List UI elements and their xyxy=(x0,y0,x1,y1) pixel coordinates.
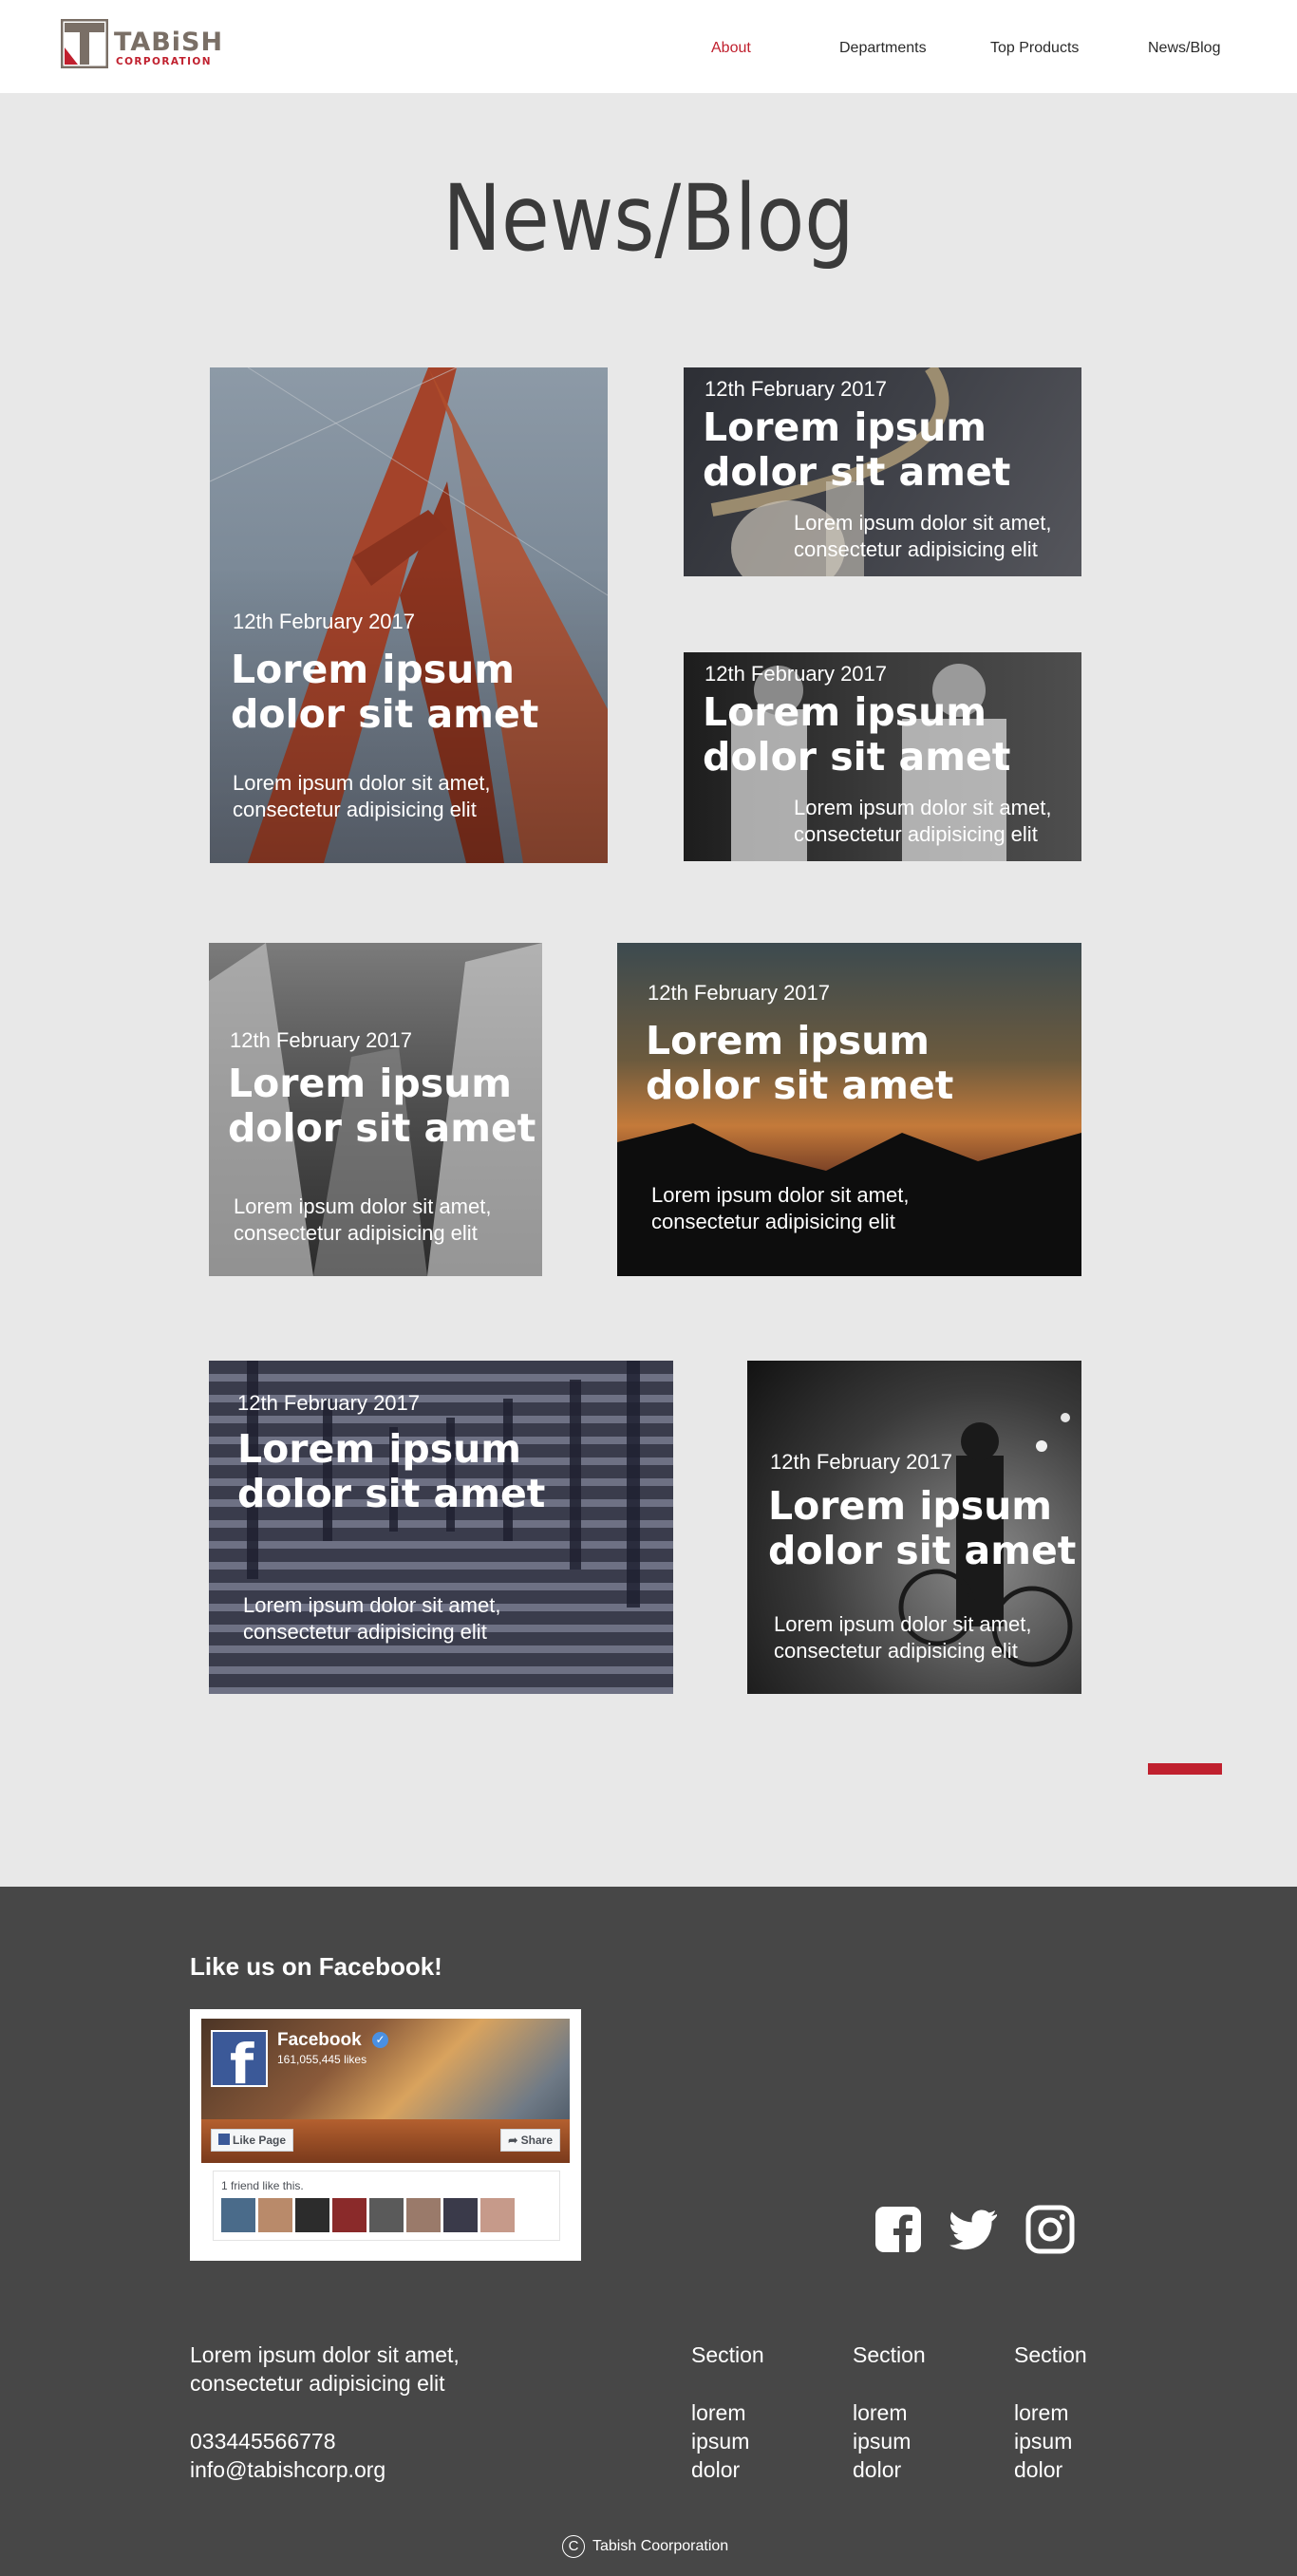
post-title: Lorem ipsum dolor sit amet xyxy=(703,689,1011,780)
logo-wordmark: TABiSH xyxy=(114,28,224,57)
avatar[interactable] xyxy=(369,2198,404,2232)
facebook-small-icon xyxy=(218,2134,230,2145)
blog-card[interactable]: 12th February 2017 Lorem ipsum dolor sit… xyxy=(684,367,1081,576)
facebook-logo-icon: f xyxy=(211,2030,268,2097)
post-date: 12th February 2017 xyxy=(770,1450,953,1474)
nav-item-top-products[interactable]: Top Products xyxy=(990,40,1079,57)
post-date: 12th February 2017 xyxy=(237,1391,421,1415)
post-title: Lorem ipsum dolor sit amet xyxy=(228,1061,536,1151)
footer-section-heading: Section xyxy=(1014,2342,1087,2367)
blog-card[interactable]: 12th February 2017 Lorem ipsum dolor sit… xyxy=(210,367,608,863)
footer-link[interactable]: dolor xyxy=(853,2455,901,2484)
post-excerpt: Lorem ipsum dolor sit amet, consectetur … xyxy=(243,1593,501,1644)
instagram-icon[interactable] xyxy=(1025,2205,1075,2254)
copyright: C Tabish Coorporation xyxy=(562,2535,728,2558)
fb-friends-box: 1 friend like this. xyxy=(213,2171,560,2241)
post-date: 12th February 2017 xyxy=(705,377,888,401)
fb-cover-photo: f Facebook ✓ 161,055,445 likes Like Page… xyxy=(201,2019,570,2163)
nav-item-about[interactable]: About xyxy=(711,40,751,57)
facebook-icon[interactable] xyxy=(874,2205,923,2254)
footer-email[interactable]: info@tabishcorp.org xyxy=(190,2455,385,2484)
avatar[interactable] xyxy=(406,2198,441,2232)
company-logo[interactable]: TABiSH CORPORATION xyxy=(61,19,237,70)
footer-link[interactable]: ipsum xyxy=(853,2427,911,2455)
post-excerpt: Lorem ipsum dolor sit amet, consectetur … xyxy=(774,1612,1032,1663)
nav-item-departments[interactable]: Departments xyxy=(839,40,927,57)
post-date: 12th February 2017 xyxy=(230,1028,413,1052)
facebook-page-widget[interactable]: f Facebook ✓ 161,055,445 likes Like Page… xyxy=(190,2009,581,2261)
post-excerpt: Lorem ipsum dolor sit amet, consectetur … xyxy=(234,1194,492,1245)
share-icon: ➦ xyxy=(508,2134,521,2147)
fb-likes-count: 161,055,445 likes xyxy=(277,2053,367,2066)
footer-section-heading: Section xyxy=(691,2342,764,2367)
post-date: 12th February 2017 xyxy=(233,610,416,633)
facebook-heading: Like us on Facebook! xyxy=(190,1952,442,1981)
post-date: 12th February 2017 xyxy=(705,662,888,686)
post-excerpt: Lorem ipsum dolor sit amet, consectetur … xyxy=(233,771,491,821)
footer-link[interactable]: dolor xyxy=(1014,2455,1062,2484)
page-title: News/Blog xyxy=(442,165,855,272)
nav-item-news-blog[interactable]: News/Blog xyxy=(1148,40,1220,57)
footer-link[interactable]: ipsum xyxy=(691,2427,749,2455)
twitter-icon[interactable] xyxy=(949,2205,999,2254)
post-title: Lorem ipsum dolor sit amet xyxy=(237,1426,546,1516)
avatar[interactable] xyxy=(332,2198,367,2232)
fb-friends-text: 1 friend like this. xyxy=(221,2179,304,2192)
footer-link[interactable]: ipsum xyxy=(1014,2427,1072,2455)
post-title: Lorem ipsum dolor sit amet xyxy=(703,404,1011,495)
fb-like-page-button[interactable]: Like Page xyxy=(211,2129,294,2152)
post-title: Lorem ipsum dolor sit amet xyxy=(768,1483,1077,1573)
post-excerpt: Lorem ipsum dolor sit amet, consectetur … xyxy=(794,511,1052,561)
fb-share-button[interactable]: ➦ Share xyxy=(500,2129,560,2152)
copyright-text: Tabish Coorporation xyxy=(592,2538,729,2555)
site-header: TABiSH CORPORATION About Departments Top… xyxy=(0,0,1297,93)
avatar[interactable] xyxy=(443,2198,478,2232)
post-date: 12th February 2017 xyxy=(648,981,831,1005)
post-excerpt: Lorem ipsum dolor sit amet, consectetur … xyxy=(794,796,1052,846)
footer-link[interactable]: lorem xyxy=(853,2398,908,2427)
footer-phone[interactable]: 033445566778 xyxy=(190,2427,336,2455)
avatar[interactable] xyxy=(295,2198,329,2232)
post-title: Lorem ipsum dolor sit amet xyxy=(646,1018,954,1108)
blog-card[interactable]: 12th February 2017 Lorem ipsum dolor sit… xyxy=(209,1361,673,1694)
footer-about: Lorem ipsum dolor sit amet, consectetur … xyxy=(190,2342,460,2396)
blog-card[interactable]: 12th February 2017 Lorem ipsum dolor sit… xyxy=(747,1361,1081,1694)
avatar[interactable] xyxy=(221,2198,255,2232)
post-excerpt: Lorem ipsum dolor sit amet, consectetur … xyxy=(651,1183,910,1233)
blog-card[interactable]: 12th February 2017 Lorem ipsum dolor sit… xyxy=(684,652,1081,861)
copyright-icon: C xyxy=(562,2535,585,2558)
footer-link[interactable]: lorem xyxy=(1014,2398,1069,2427)
fb-friend-avatars xyxy=(221,2198,515,2232)
verified-badge-icon: ✓ xyxy=(372,2032,388,2048)
footer-link[interactable]: lorem xyxy=(691,2398,746,2427)
fb-page-name[interactable]: Facebook xyxy=(277,2030,362,2051)
avatar[interactable] xyxy=(480,2198,515,2232)
blog-card[interactable]: 12th February 2017 Lorem ipsum dolor sit… xyxy=(617,943,1081,1276)
footer-section-heading: Section xyxy=(853,2342,926,2367)
logo-subtitle: CORPORATION xyxy=(116,56,212,67)
logo-mark-icon xyxy=(61,19,108,68)
avatar[interactable] xyxy=(258,2198,292,2232)
blog-card[interactable]: 12th February 2017 Lorem ipsum dolor sit… xyxy=(209,943,542,1276)
post-title: Lorem ipsum dolor sit amet xyxy=(231,647,539,737)
footer-link[interactable]: dolor xyxy=(691,2455,740,2484)
pagination-indicator[interactable] xyxy=(1148,1763,1222,1775)
